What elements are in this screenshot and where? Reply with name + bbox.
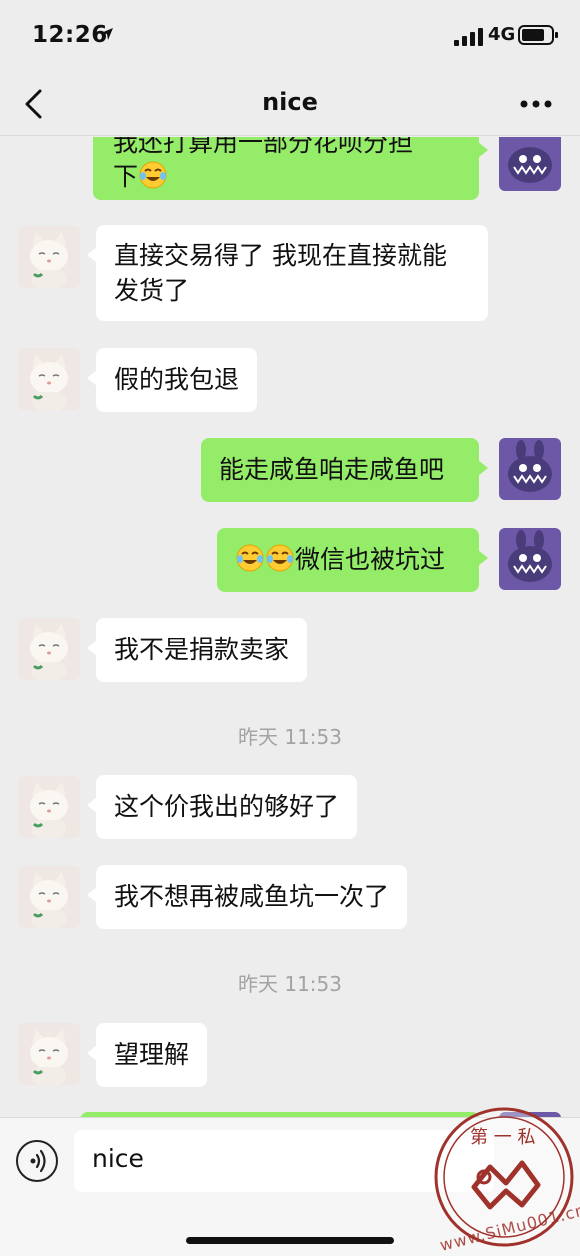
location-arrow-icon xyxy=(101,28,113,40)
nav-bar: nice xyxy=(0,70,580,136)
cellular-signal-icon xyxy=(454,28,483,46)
message-text: 这个价我出的够好了 xyxy=(114,792,340,821)
voice-input-button[interactable] xyxy=(16,1140,58,1182)
message-text: 我不想再被咸鱼坑一次了 xyxy=(114,882,390,911)
more-options-icon[interactable] xyxy=(520,100,552,108)
message-bubble-sent[interactable]: 我还打算用一部分花呗分担 下 xyxy=(93,137,488,200)
contact-avatar[interactable] xyxy=(18,866,80,928)
contact-avatar[interactable] xyxy=(18,776,80,838)
message-timestamp: 昨天 11:53 xyxy=(238,725,342,749)
message-text: 能走咸鱼咱走咸鱼吧 xyxy=(219,455,445,484)
message-bubble-sent[interactable]: 微信也被坑过 xyxy=(217,528,488,592)
watermark-text: 第 一 私 xyxy=(470,1127,535,1148)
message-bubble-received[interactable]: 假的我包退 xyxy=(86,348,258,412)
my-avatar[interactable] xyxy=(499,137,561,191)
message-text: 假的我包退 xyxy=(114,365,240,394)
message-timestamp: 昨天 11:53 xyxy=(238,972,342,996)
message-text: 下 xyxy=(113,162,139,191)
contact-avatar[interactable] xyxy=(18,618,80,680)
message-bubble-received[interactable]: 直接交易得了 我现在直接就能 发货了 xyxy=(87,225,488,321)
contact-avatar[interactable] xyxy=(18,1023,80,1085)
chat-title: nice xyxy=(262,88,318,116)
my-avatar[interactable] xyxy=(499,438,561,500)
message-bubble-received[interactable]: 这个价我出的够好了 xyxy=(86,775,358,839)
my-avatar[interactable] xyxy=(499,528,561,590)
contact-avatar[interactable] xyxy=(18,348,80,410)
network-type: 4G xyxy=(488,24,516,45)
message-bubble-received[interactable]: 我不想再被咸鱼坑一次了 xyxy=(86,865,408,929)
message-text: 发货了 xyxy=(114,276,190,305)
home-indicator xyxy=(186,1237,394,1244)
message-bubble-sent[interactable]: 能走咸鱼咱走咸鱼吧 xyxy=(201,438,488,502)
message-text: 我不是捐款卖家 xyxy=(114,635,290,664)
message-text: 直接交易得了 我现在直接就能 xyxy=(114,241,447,270)
crying-laughing-emoji-icon xyxy=(139,161,167,189)
crying-laughing-emoji-icon xyxy=(236,544,264,572)
crying-laughing-emoji-icon xyxy=(266,544,294,572)
message-bubble-received[interactable]: 望理解 xyxy=(86,1023,208,1087)
chat-history[interactable]: 我还打算用一部分花呗分担 下 直接交易得了 我现在直接就能 发货了 假的我包退 … xyxy=(0,137,580,1117)
message-bubble-received[interactable]: 我不是捐款卖家 xyxy=(86,618,308,682)
contact-avatar[interactable] xyxy=(18,226,80,288)
message-text: 微信也被坑过 xyxy=(295,545,446,574)
voice-icon xyxy=(30,1149,46,1173)
status-bar: 12:26 4G xyxy=(0,0,580,70)
message-text: 望理解 xyxy=(114,1040,190,1069)
message-text: 我还打算用一部分花呗分担 xyxy=(113,137,414,157)
status-time: 12:26 xyxy=(32,22,108,48)
battery-icon xyxy=(518,25,558,45)
